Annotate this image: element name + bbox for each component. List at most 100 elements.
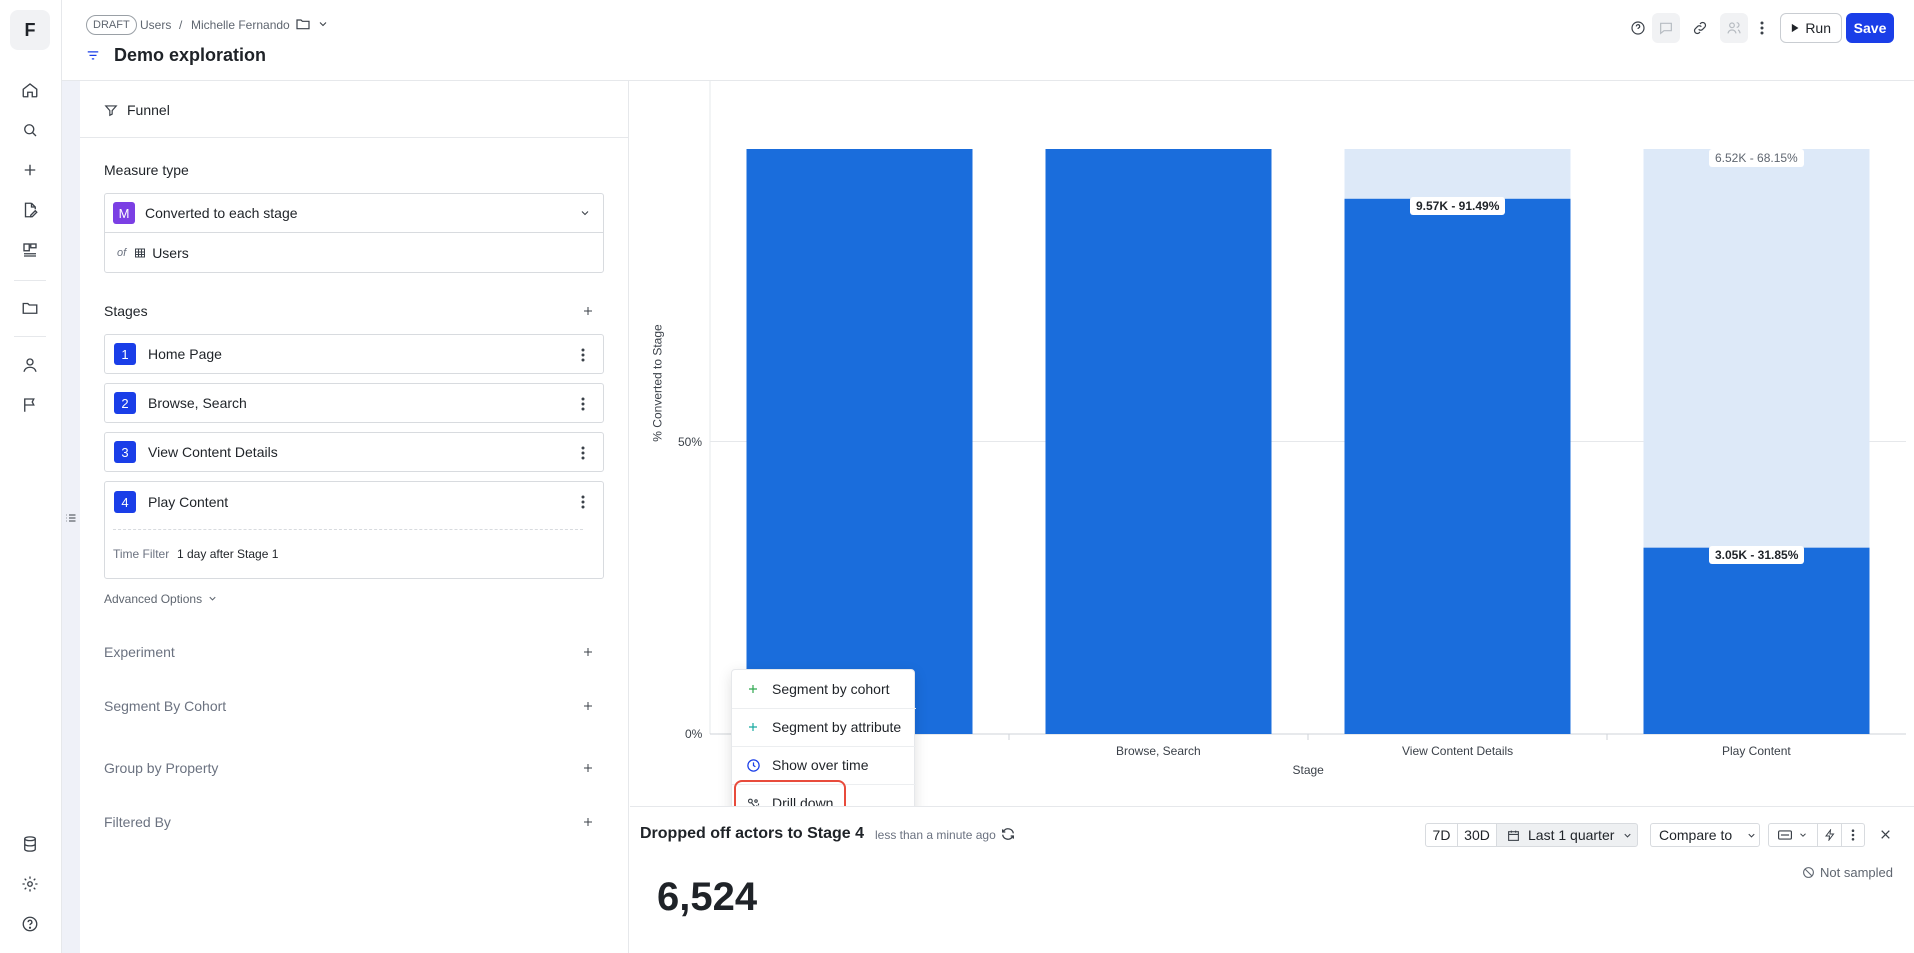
bolt-icon[interactable]	[1817, 823, 1842, 847]
stage-label: Play Content	[148, 494, 229, 510]
refresh-icon[interactable]	[1000, 826, 1016, 842]
breadcrumb-users[interactable]: Users	[140, 18, 171, 32]
menu-item-label: Segment by cohort	[772, 681, 890, 697]
measure-box: M Converted to each stage of Users	[104, 193, 604, 273]
divider	[113, 529, 583, 530]
x-tick-label: Play Content	[1722, 744, 1791, 758]
close-icon[interactable]	[1879, 828, 1892, 841]
play-icon	[1791, 23, 1799, 33]
breadcrumb-owner[interactable]: Michelle Fernando	[191, 18, 290, 32]
stage-number: 1	[114, 343, 136, 365]
funnel-icon	[86, 49, 100, 63]
chevron-down-icon[interactable]	[317, 18, 329, 30]
segment-by-attribute-item[interactable]: Segment by attribute	[732, 708, 916, 746]
panel-strip	[62, 81, 80, 953]
show-over-time-item[interactable]: Show over time	[732, 746, 916, 784]
time-filter-value[interactable]: 1 day after Stage 1	[177, 547, 278, 561]
add-filter-button[interactable]	[578, 812, 598, 832]
group-by-property-section[interactable]: Group by Property	[104, 760, 218, 776]
user-icon[interactable]	[15, 350, 45, 380]
list-toggle-icon[interactable]	[65, 512, 77, 524]
advanced-options-toggle[interactable]: Advanced Options	[104, 592, 202, 606]
chevron-down-icon	[579, 207, 591, 219]
segment-by-cohort-item[interactable]: Segment by cohort	[732, 670, 916, 708]
bar-converted	[1045, 149, 1272, 734]
more-options-icon[interactable]	[1752, 13, 1772, 43]
query-panel: Funnel Measure type M Converted to each …	[80, 81, 629, 953]
clock-icon	[745, 757, 761, 773]
stage-menu-icon[interactable]	[573, 345, 593, 365]
plus-icon[interactable]	[15, 155, 45, 185]
chevron-down-icon[interactable]	[207, 593, 218, 604]
comment-icon[interactable]	[1652, 13, 1680, 43]
date-range-select[interactable]: Last 1 quarter	[1496, 823, 1638, 847]
menu-item-label: Segment by attribute	[772, 719, 902, 735]
experiment-section[interactable]: Experiment	[104, 644, 175, 660]
app-logo[interactable]: F	[10, 10, 50, 50]
calendar-icon	[1508, 830, 1519, 841]
range-30d-button[interactable]: 30D	[1457, 823, 1497, 847]
x-tick-label: Browse, Search	[1116, 744, 1201, 758]
stage-label: Browse, Search	[148, 395, 247, 411]
help-icon[interactable]	[1624, 13, 1652, 43]
link-icon[interactable]	[1686, 13, 1714, 43]
segment-by-cohort-section[interactable]: Segment By Cohort	[104, 698, 226, 714]
of-label: of	[117, 246, 127, 259]
measure-select[interactable]: M Converted to each stage	[105, 194, 603, 233]
stage-item[interactable]: 3 View Content Details	[104, 432, 604, 472]
share-users-icon[interactable]	[1720, 13, 1748, 43]
table-view-select[interactable]	[1768, 823, 1818, 847]
menu-item-label: Show over time	[772, 757, 869, 773]
compare-to-select[interactable]: Compare to	[1650, 823, 1760, 847]
add-group-by-button[interactable]	[578, 758, 598, 778]
measure-entity-row[interactable]: of Users	[105, 233, 603, 272]
bar-converted	[1643, 547, 1870, 734]
add-segment-button[interactable]	[578, 696, 598, 716]
stage-menu-icon[interactable]	[573, 394, 593, 414]
table-view-icon	[1778, 830, 1792, 840]
y-tick-label: 0%	[685, 727, 703, 741]
database-icon[interactable]	[15, 829, 45, 859]
flag-icon[interactable]	[15, 390, 45, 420]
x-tick-label: View Content Details	[1402, 744, 1514, 758]
sampling-status: Not sampled	[1802, 865, 1893, 880]
bar-data-label-converted: 3.05K - 31.85%	[1709, 545, 1805, 564]
search-icon[interactable]	[15, 115, 45, 145]
last-updated: less than a minute ago	[875, 828, 996, 842]
help-icon[interactable]	[15, 909, 45, 939]
bar-converted	[1344, 198, 1571, 734]
measure-type-label: Measure type	[104, 162, 189, 178]
report-type-header: Funnel	[80, 81, 629, 138]
folder-icon[interactable]	[15, 293, 45, 323]
add-experiment-button[interactable]	[578, 642, 598, 662]
stage-menu-icon[interactable]	[573, 443, 593, 463]
range-7d-button[interactable]: 7D	[1425, 823, 1458, 847]
details-title: Dropped off actors to Stage 4	[640, 825, 865, 842]
boards-icon[interactable]	[15, 235, 45, 265]
edit-document-icon[interactable]	[15, 195, 45, 225]
add-stage-button[interactable]	[578, 301, 598, 321]
gear-icon[interactable]	[15, 869, 45, 899]
details-panel: Dropped off actors to Stage 4 less than …	[630, 806, 1914, 953]
table-icon	[134, 247, 146, 259]
draft-badge: DRAFT	[86, 15, 137, 35]
home-icon[interactable]	[15, 75, 45, 105]
stage-label: View Content Details	[148, 444, 278, 460]
date-range-value: Last 1 quarter	[1528, 827, 1615, 843]
folder-icon[interactable]	[295, 16, 311, 32]
filtered-by-section[interactable]: Filtered By	[104, 814, 171, 830]
save-button[interactable]: Save	[1846, 13, 1894, 43]
bar-converted	[746, 149, 973, 734]
bar-data-label-converted: 9.57K - 91.49%	[1410, 196, 1506, 215]
stage-item-expanded[interactable]: 4 Play Content Time Filter 1 day after S…	[104, 481, 604, 579]
stage-item[interactable]: 2 Browse, Search	[104, 383, 604, 423]
more-options-icon[interactable]	[1841, 823, 1865, 847]
stage-number: 2	[114, 392, 136, 414]
report-type-label[interactable]: Funnel	[127, 102, 170, 118]
stage-menu-icon[interactable]	[573, 492, 593, 512]
bar-data-label-dropped: 6.52K - 68.15%	[1709, 149, 1804, 167]
entity-value: Users	[152, 244, 189, 261]
page-title[interactable]: Demo exploration	[114, 45, 266, 66]
run-button[interactable]: Run	[1780, 13, 1842, 43]
stage-item[interactable]: 1 Home Page	[104, 334, 604, 374]
